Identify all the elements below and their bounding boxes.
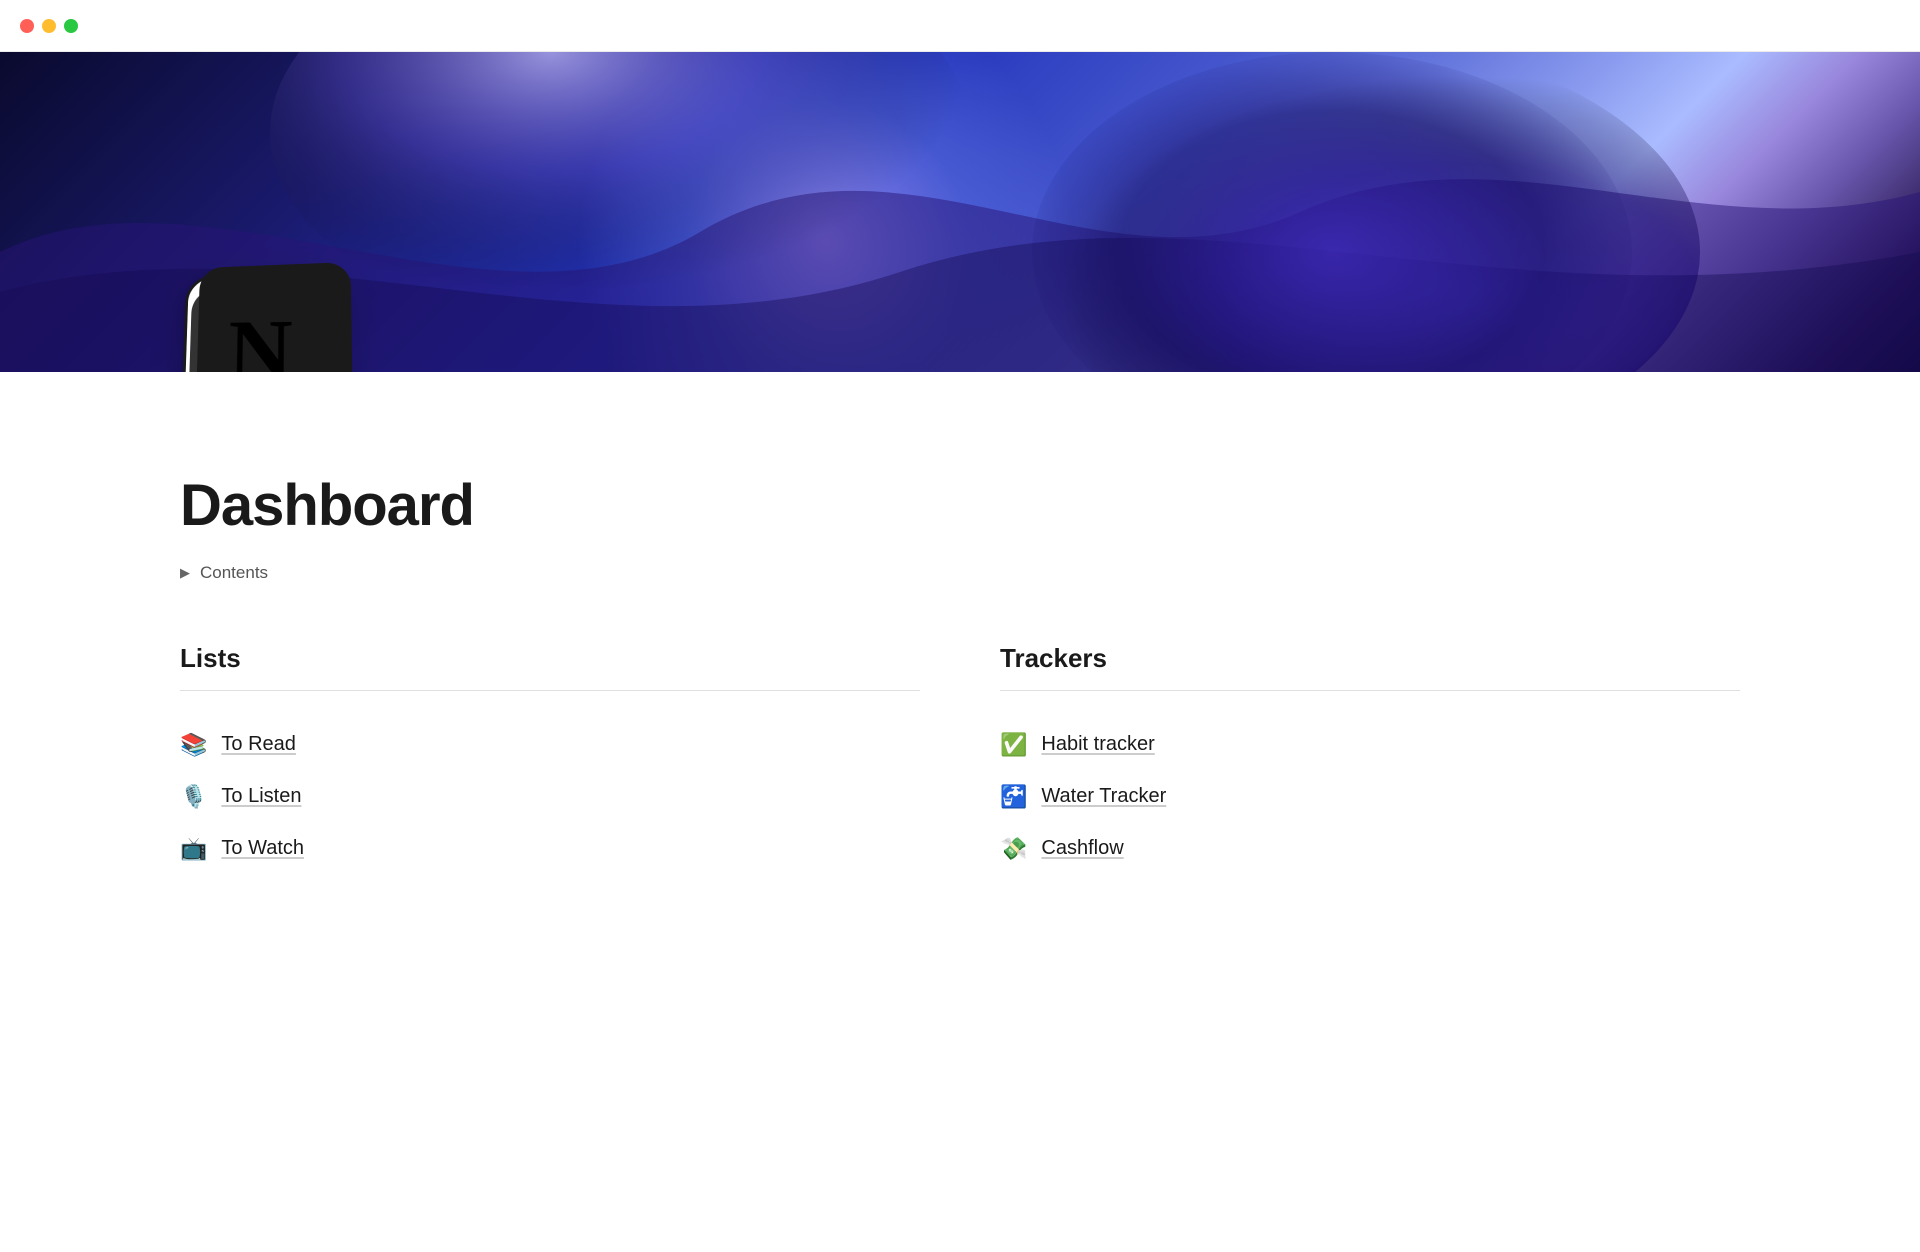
close-button[interactable] [20, 19, 34, 33]
to-read-label: To Read [221, 733, 296, 756]
to-listen-icon: 🎙️ [180, 786, 207, 808]
list-item-cashflow[interactable]: 💸 Cashflow [1000, 823, 1740, 875]
window-chrome [0, 0, 1920, 52]
contents-toggle[interactable]: ▶ Contents [180, 563, 1740, 583]
list-item-to-watch[interactable]: 📺 To Watch [180, 823, 920, 875]
main-content: Dashboard ▶ Contents Lists 📚 To Read 🎙️ … [0, 372, 1920, 955]
trackers-heading: Trackers [1000, 643, 1740, 674]
lists-divider [180, 690, 920, 691]
contents-label: Contents [200, 563, 268, 583]
habit-tracker-label: Habit tracker [1041, 733, 1154, 756]
to-watch-label: To Watch [221, 837, 304, 860]
list-item-to-read[interactable]: 📚 To Read [180, 719, 920, 771]
page-title: Dashboard [180, 472, 1740, 539]
maximize-button[interactable] [64, 19, 78, 33]
list-item-to-listen[interactable]: 🎙️ To Listen [180, 771, 920, 823]
cashflow-label: Cashflow [1041, 837, 1123, 860]
habit-tracker-icon: ✅ [1000, 734, 1027, 756]
lists-column: Lists 📚 To Read 🎙️ To Listen 📺 To Watch [180, 643, 920, 875]
notion-logo: N [181, 271, 343, 372]
to-read-icon: 📚 [180, 734, 207, 756]
trackers-divider [1000, 690, 1740, 691]
trackers-column: Trackers ✅ Habit tracker 🚰 Water Tracker… [1000, 643, 1740, 875]
notion-logo-letter: N [227, 307, 292, 372]
list-item-water-tracker[interactable]: 🚰 Water Tracker [1000, 771, 1740, 823]
water-tracker-label: Water Tracker [1041, 785, 1166, 808]
list-item-habit-tracker[interactable]: ✅ Habit tracker [1000, 719, 1740, 771]
notion-logo-container: N [180, 272, 340, 372]
to-watch-icon: 📺 [180, 838, 207, 860]
traffic-lights [20, 19, 78, 33]
hero-banner: N [0, 52, 1920, 372]
to-listen-label: To Listen [221, 785, 301, 808]
minimize-button[interactable] [42, 19, 56, 33]
lists-heading: Lists [180, 643, 920, 674]
columns-container: Lists 📚 To Read 🎙️ To Listen 📺 To Watch … [180, 643, 1740, 875]
toggle-arrow-icon: ▶ [180, 565, 190, 581]
water-tracker-icon: 🚰 [1000, 786, 1027, 808]
cashflow-icon: 💸 [1000, 838, 1027, 860]
